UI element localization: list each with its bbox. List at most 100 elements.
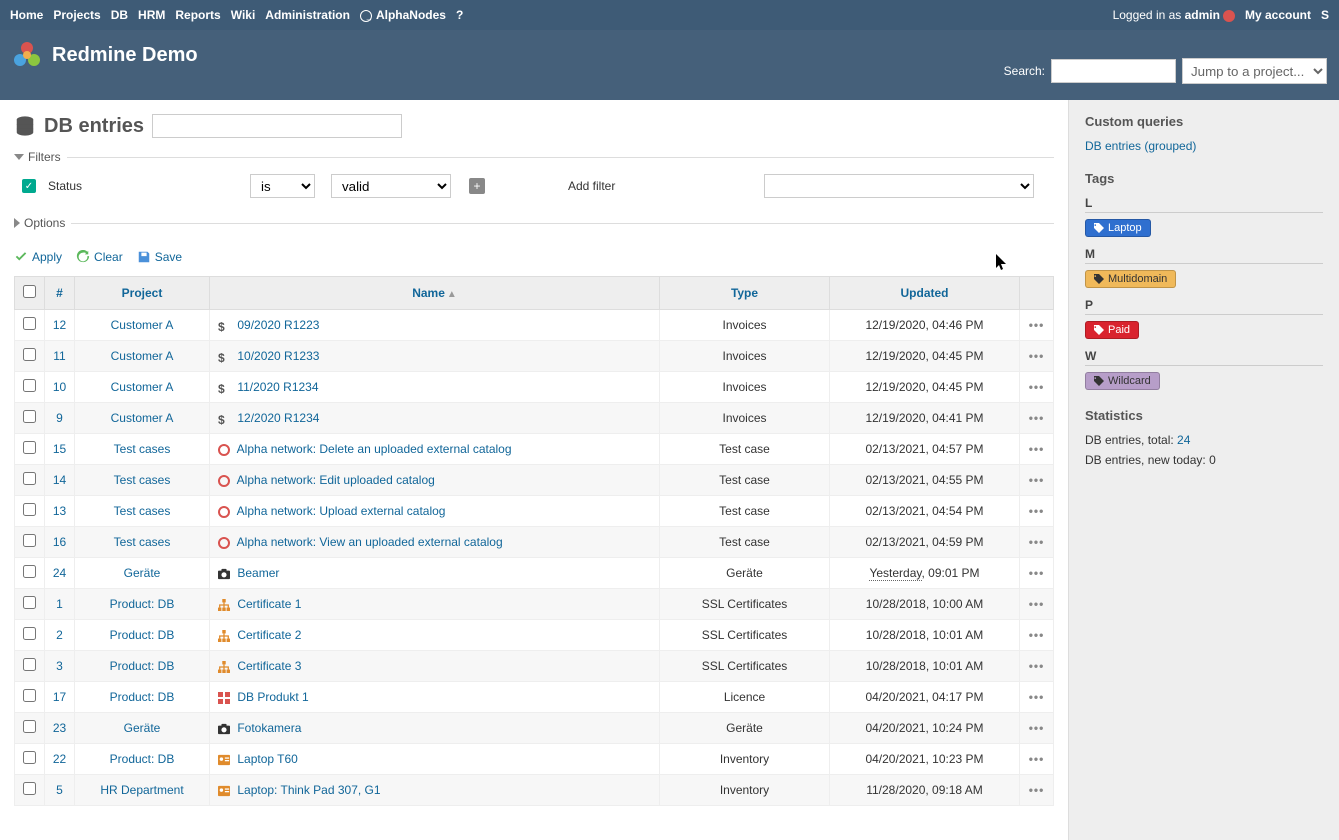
table-row[interactable]: 5HR Department Laptop: Think Pad 307, G1… bbox=[15, 775, 1054, 806]
row-checkbox[interactable] bbox=[23, 534, 36, 547]
project-jump-select[interactable]: Jump to a project... bbox=[1182, 58, 1327, 84]
table-row[interactable]: 2Product: DB Certificate 2SSL Certificat… bbox=[15, 620, 1054, 651]
row-name-link[interactable]: Certificate 1 bbox=[237, 597, 301, 611]
row-name-link[interactable]: Certificate 2 bbox=[237, 628, 301, 642]
row-id-link[interactable]: 9 bbox=[56, 411, 63, 425]
row-actions-button[interactable]: ••• bbox=[1029, 504, 1045, 518]
row-actions-button[interactable]: ••• bbox=[1029, 659, 1045, 673]
row-project-link[interactable]: Test cases bbox=[114, 442, 171, 456]
row-project-link[interactable]: Customer A bbox=[111, 411, 174, 425]
tag-multidomain[interactable]: Multidomain bbox=[1085, 270, 1176, 288]
row-id-link[interactable]: 24 bbox=[53, 566, 66, 580]
col-type[interactable]: Type bbox=[731, 286, 758, 300]
row-checkbox[interactable] bbox=[23, 410, 36, 423]
row-checkbox[interactable] bbox=[23, 720, 36, 733]
row-checkbox[interactable] bbox=[23, 689, 36, 702]
row-actions-button[interactable]: ••• bbox=[1029, 411, 1045, 425]
row-actions-button[interactable]: ••• bbox=[1029, 380, 1045, 394]
row-name-link[interactable]: 11/2020 R1234 bbox=[237, 380, 318, 394]
table-row[interactable]: 22Product: DB Laptop T60Inventory04/20/2… bbox=[15, 744, 1054, 775]
tag-paid[interactable]: Paid bbox=[1085, 321, 1139, 339]
row-id-link[interactable]: 11 bbox=[53, 349, 65, 363]
row-project-link[interactable]: Geräte bbox=[124, 721, 161, 735]
row-name-link[interactable]: 10/2020 R1233 bbox=[237, 349, 319, 363]
row-name-link[interactable]: Beamer bbox=[237, 566, 279, 580]
col-updated[interactable]: Updated bbox=[901, 286, 949, 300]
col-id[interactable]: # bbox=[56, 286, 63, 300]
row-id-link[interactable]: 14 bbox=[53, 473, 66, 487]
table-row[interactable]: 23Geräte FotokameraGeräte04/20/2021, 10:… bbox=[15, 713, 1054, 744]
row-project-link[interactable]: Customer A bbox=[111, 380, 174, 394]
row-project-link[interactable]: Test cases bbox=[114, 535, 171, 549]
row-id-link[interactable]: 23 bbox=[53, 721, 66, 735]
row-id-link[interactable]: 15 bbox=[53, 442, 66, 456]
row-id-link[interactable]: 2 bbox=[56, 628, 63, 642]
row-project-link[interactable]: Product: DB bbox=[110, 690, 175, 704]
add-value-button[interactable]: + bbox=[469, 178, 485, 194]
tag-wildcard[interactable]: Wildcard bbox=[1085, 372, 1160, 390]
status-filter-checkbox[interactable]: ✓ bbox=[22, 179, 36, 193]
row-id-link[interactable]: 16 bbox=[53, 535, 66, 549]
entries-search-input[interactable] bbox=[152, 114, 402, 138]
row-name-link[interactable]: Alpha network: Upload external catalog bbox=[237, 504, 446, 518]
row-name-link[interactable]: 09/2020 R1223 bbox=[237, 318, 319, 332]
col-project[interactable]: Project bbox=[122, 286, 163, 300]
save-button[interactable]: Save bbox=[137, 250, 182, 264]
row-id-link[interactable]: 12 bbox=[53, 318, 66, 332]
stat-total-link[interactable]: 24 bbox=[1177, 433, 1190, 447]
row-actions-button[interactable]: ••• bbox=[1029, 318, 1045, 332]
table-row[interactable]: 10Customer A$ 11/2020 R1234Invoices12/19… bbox=[15, 372, 1054, 403]
row-name-link[interactable]: Fotokamera bbox=[237, 721, 301, 735]
table-row[interactable]: 9Customer A$ 12/2020 R1234Invoices12/19/… bbox=[15, 403, 1054, 434]
add-filter-select[interactable] bbox=[764, 174, 1034, 198]
top-menu-reports[interactable]: Reports bbox=[175, 8, 220, 22]
row-checkbox[interactable] bbox=[23, 782, 36, 795]
table-row[interactable]: 13Test cases Alpha network: Upload exter… bbox=[15, 496, 1054, 527]
row-actions-button[interactable]: ••• bbox=[1029, 597, 1045, 611]
my-account-link[interactable]: My account bbox=[1245, 8, 1311, 22]
table-row[interactable]: 3Product: DB Certificate 3SSL Certificat… bbox=[15, 651, 1054, 682]
table-row[interactable]: 17Product: DB DB Produkt 1Licence04/20/2… bbox=[15, 682, 1054, 713]
col-name[interactable]: Name▲ bbox=[412, 286, 457, 300]
row-id-link[interactable]: 3 bbox=[56, 659, 63, 673]
row-actions-button[interactable]: ••• bbox=[1029, 721, 1045, 735]
row-actions-button[interactable]: ••• bbox=[1029, 535, 1045, 549]
table-row[interactable]: 14Test cases Alpha network: Edit uploade… bbox=[15, 465, 1054, 496]
sign-out-link[interactable]: S bbox=[1321, 8, 1329, 22]
apply-button[interactable]: Apply bbox=[14, 250, 62, 264]
top-menu-home[interactable]: Home bbox=[10, 8, 43, 22]
row-name-link[interactable]: 12/2020 R1234 bbox=[237, 411, 319, 425]
row-project-link[interactable]: Customer A bbox=[111, 349, 174, 363]
top-menu-help[interactable]: ? bbox=[456, 8, 463, 22]
row-project-link[interactable]: Product: DB bbox=[110, 752, 175, 766]
row-project-link[interactable]: Customer A bbox=[111, 318, 174, 332]
table-row[interactable]: 12Customer A$ 09/2020 R1223Invoices12/19… bbox=[15, 310, 1054, 341]
table-row[interactable]: 24Geräte BeamerGeräteYesterday, 09:01 PM… bbox=[15, 558, 1054, 589]
top-menu-wiki[interactable]: Wiki bbox=[231, 8, 256, 22]
row-id-link[interactable]: 22 bbox=[53, 752, 66, 766]
row-name-link[interactable]: Certificate 3 bbox=[237, 659, 301, 673]
top-menu-db[interactable]: DB bbox=[111, 8, 128, 22]
row-name-link[interactable]: Alpha network: View an uploaded external… bbox=[237, 535, 503, 549]
row-name-link[interactable]: DB Produkt 1 bbox=[237, 690, 308, 704]
row-name-link[interactable]: Laptop: Think Pad 307, G1 bbox=[237, 783, 380, 797]
row-checkbox[interactable] bbox=[23, 379, 36, 392]
select-all-checkbox[interactable] bbox=[23, 285, 36, 298]
clear-button[interactable]: Clear bbox=[76, 250, 123, 264]
row-actions-button[interactable]: ••• bbox=[1029, 349, 1045, 363]
user-link[interactable]: admin bbox=[1185, 8, 1220, 22]
row-project-link[interactable]: HR Department bbox=[100, 783, 183, 797]
row-id-link[interactable]: 10 bbox=[53, 380, 66, 394]
row-checkbox[interactable] bbox=[23, 751, 36, 764]
row-checkbox[interactable] bbox=[23, 503, 36, 516]
row-checkbox[interactable] bbox=[23, 565, 36, 578]
row-id-link[interactable]: 1 bbox=[56, 597, 63, 611]
row-checkbox[interactable] bbox=[23, 348, 36, 361]
tag-laptop[interactable]: Laptop bbox=[1085, 219, 1151, 237]
row-project-link[interactable]: Product: DB bbox=[110, 628, 175, 642]
row-checkbox[interactable] bbox=[23, 472, 36, 485]
row-id-link[interactable]: 13 bbox=[53, 504, 66, 518]
table-row[interactable]: 16 Test cases Alpha network: View an uplo… bbox=[15, 527, 1054, 558]
filters-legend[interactable]: Filters bbox=[14, 150, 67, 164]
row-actions-button[interactable]: ••• bbox=[1029, 442, 1045, 456]
